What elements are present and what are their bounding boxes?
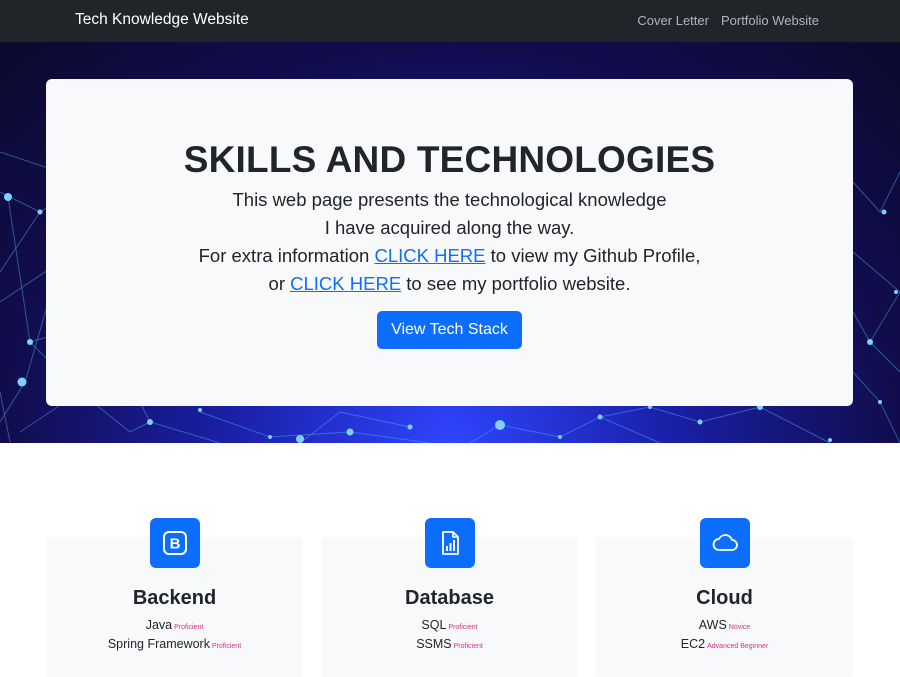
skill-level: Proficient [448,624,478,631]
feature-title: Cloud [696,587,753,609]
hero-line-3-suffix: to view my Github Profile, [485,245,701,266]
skill-item: AWS Novice [596,618,853,632]
navbar: Tech Knowledge Website Cover Letter Port… [0,0,900,42]
skill-level: Proficient [453,643,483,650]
hero-card: SKILLS AND TECHNOLOGIES This web page pr… [46,79,853,406]
bootstrap-icon: B [149,518,200,568]
hero-line-3-prefix: For extra information [198,245,375,266]
skill-level: Proficient [211,643,242,650]
skill-name: EC2 [680,637,706,651]
skill-item: EC2 Advanced Beginner [596,637,853,651]
svg-text:B: B [169,536,180,553]
hero-description: This web page presents the technological… [46,186,853,298]
feature-title: Backend [132,587,217,609]
nav-link-cover-letter[interactable]: Cover Letter [637,13,709,28]
nav-link-portfolio-website[interactable]: Portfolio Website [721,13,819,28]
hero-line-1: This web page presents the technological… [232,189,667,210]
hero-section: SKILLS AND TECHNOLOGIES This web page pr… [0,42,900,443]
github-profile-link[interactable]: CLICK HERE [374,245,485,266]
feature-card-backend: B Backend Java Proficient Spring Framewor… [46,518,303,677]
cloud-icon [699,518,750,568]
hero-line-3: For extra information CLICK HERE to view… [46,242,853,270]
feature-card-cloud: Cloud AWS Novice EC2 Advanced Beginner [596,518,853,677]
skill-level: Proficient [174,624,204,631]
skill-name: Spring Framework [107,637,210,651]
skill-item: Spring Framework Proficient [46,637,303,651]
skill-name: AWS [698,618,727,632]
page-title: SKILLS AND TECHNOLOGIES [183,139,716,180]
hero-line-2: I have acquired along the way. [324,217,575,238]
hero-line-4-suffix: to see my portfolio website. [401,273,631,294]
skill-item: Java Proficient [46,618,303,632]
skill-level: Novice [728,624,751,631]
hero-line-4: or CLICK HERE to see my portfolio websit… [46,270,853,298]
file-chart-icon [424,518,475,568]
navbar-brand[interactable]: Tech Knowledge Website [75,11,249,29]
skill-name: SQL [421,618,447,632]
feature-card-database: Database SQL Proficient SSMS Proficient [321,518,578,677]
skill-name: Java [145,618,173,632]
skill-item: SSMS Proficient [321,637,578,651]
skill-level: Advanced Beginner [707,643,769,650]
hero-line-4-prefix: or [268,273,291,294]
view-tech-stack-button[interactable]: View Tech Stack [377,311,522,349]
skill-item: SQL Proficient [321,618,578,632]
feature-title: Database [405,587,494,609]
portfolio-website-link[interactable]: CLICK HERE [290,273,401,294]
nav-links: Cover Letter Portfolio Website [637,13,819,28]
skill-name: SSMS [416,637,452,651]
